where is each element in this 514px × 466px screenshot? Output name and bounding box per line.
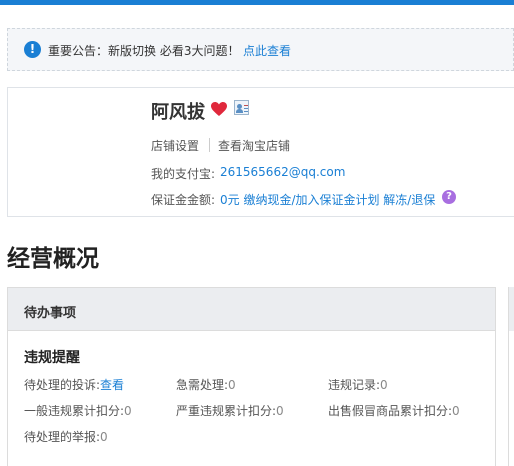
stat-label: 违规记录: <box>328 378 381 392</box>
stat-label: 急需处理: <box>176 378 229 392</box>
stat-value: 0 <box>124 404 132 418</box>
shop-name: 阿风拔 <box>151 102 205 123</box>
stat-label: 待处理的举报: <box>24 430 101 444</box>
pending-reports-stat: 待处理的举报:0 <box>24 428 108 445</box>
deposit-label: 保证金金额: <box>151 193 216 207</box>
stat-value: 0 <box>228 378 236 392</box>
stat-label: 严重违规累计扣分: <box>176 404 277 418</box>
top-accent-bar <box>0 0 514 5</box>
stat-value: 0 <box>380 378 388 392</box>
urgent-stat: 急需处理:0 <box>176 376 236 393</box>
pending-complaints-stat: 待处理的投诉:查看 <box>24 376 124 393</box>
serious-violation-points-stat: 严重违规累计扣分:0 <box>176 402 284 419</box>
todo-panel-header: 待办事项 <box>8 288 495 331</box>
announcement-link[interactable]: 点此查看 <box>243 42 291 59</box>
business-overview-title: 经营概况 <box>7 246 99 272</box>
info-icon: ! <box>24 41 41 58</box>
todo-panel-title: 待办事项 <box>24 306 77 321</box>
stat-value: 0 <box>276 404 284 418</box>
stat-label: 出售假冒商品累计扣分: <box>328 404 453 418</box>
stat-label: 待处理的投诉: <box>24 378 101 392</box>
deposit-actions-link[interactable]: 0元 缴纳现金/加入保证金计划 解冻/退保 <box>220 191 435 208</box>
stat-value: 0 <box>100 430 108 444</box>
announcement-text: 重要公告：新版切换 必看3大问题！ <box>48 44 240 58</box>
counterfeit-points-stat: 出售假冒商品累计扣分:0 <box>328 402 460 419</box>
view-taobao-shop-link[interactable]: 查看淘宝店铺 <box>218 137 290 154</box>
link-divider <box>209 138 210 152</box>
alipay-label: 我的支付宝: <box>151 167 216 181</box>
shop-info-card: 阿风拔 店铺设置 查看淘宝店铺 我的支付宝: 261565662@qq.com … <box>7 87 514 217</box>
help-icon[interactable]: ? <box>442 190 456 204</box>
heart-icon <box>211 102 227 116</box>
view-complaints-link[interactable]: 查看 <box>100 378 124 392</box>
announcement-bar: ! 重要公告：新版切换 必看3大问题！ 点此查看 <box>7 28 514 71</box>
general-violation-points-stat: 一般违规累计扣分:0 <box>24 402 132 419</box>
violation-reminder-title: 违规提醒 <box>24 350 80 366</box>
vcard-icon[interactable] <box>234 100 249 115</box>
shop-settings-link[interactable]: 店铺设置 <box>151 137 199 154</box>
stat-value: 0 <box>452 404 460 418</box>
alipay-account-link[interactable]: 261565662@qq.com <box>220 165 345 179</box>
side-panel-edge <box>508 331 514 466</box>
violation-records-stat: 违规记录:0 <box>328 376 388 393</box>
stat-label: 一般违规累计扣分: <box>24 404 125 418</box>
